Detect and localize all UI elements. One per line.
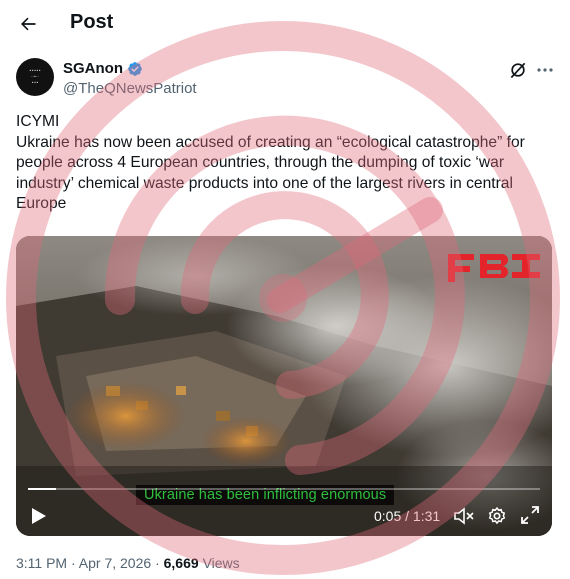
meta-separator: · bbox=[151, 555, 164, 571]
muted-speaker-icon[interactable] bbox=[453, 506, 475, 526]
meta-separator: · bbox=[67, 555, 79, 571]
author-handle[interactable]: @TheQNewsPatriot bbox=[63, 80, 197, 97]
fullscreen-icon[interactable] bbox=[521, 506, 539, 524]
tweet-text: ICYMI Ukraine has now been accused of cr… bbox=[16, 113, 525, 212]
tweet-time[interactable]: 3:11 PM bbox=[16, 555, 67, 571]
tweet-meta: 3:11 PM · Apr 7, 2026 · 6,669 Views bbox=[16, 555, 240, 571]
author-name[interactable]: SGAnon bbox=[63, 60, 143, 77]
tweet-author: ••••• ··•·· ••• SGAnon @TheQNewsPatriot bbox=[16, 58, 556, 102]
tweet-date[interactable]: Apr 7, 2026 bbox=[79, 555, 151, 571]
grok-icon[interactable] bbox=[508, 60, 528, 80]
post-header: Post bbox=[0, 0, 570, 48]
arrow-left-icon bbox=[21, 17, 36, 31]
more-button[interactable] bbox=[534, 60, 556, 80]
video-time: 0:05 / 1:31 bbox=[374, 508, 441, 524]
back-button[interactable] bbox=[14, 10, 42, 38]
video-player[interactable]: Ukraine has been inflicting enormous 0:0… bbox=[16, 236, 552, 536]
author-name-text: SGAnon bbox=[63, 60, 123, 77]
settings-gear-icon[interactable] bbox=[487, 506, 507, 526]
views-label: Views bbox=[202, 555, 240, 571]
views-count: 6,669 bbox=[163, 555, 199, 571]
play-icon[interactable] bbox=[28, 506, 48, 526]
video-progress-fill bbox=[28, 488, 57, 490]
verified-badge-icon bbox=[128, 61, 142, 76]
video-progress-bar[interactable] bbox=[28, 488, 540, 490]
avatar[interactable]: ••••• ··•·· ••• bbox=[16, 58, 54, 96]
page-title: Post bbox=[70, 11, 114, 33]
more-horizontal-icon bbox=[537, 68, 553, 72]
fbi-watermark-logo bbox=[448, 254, 540, 282]
